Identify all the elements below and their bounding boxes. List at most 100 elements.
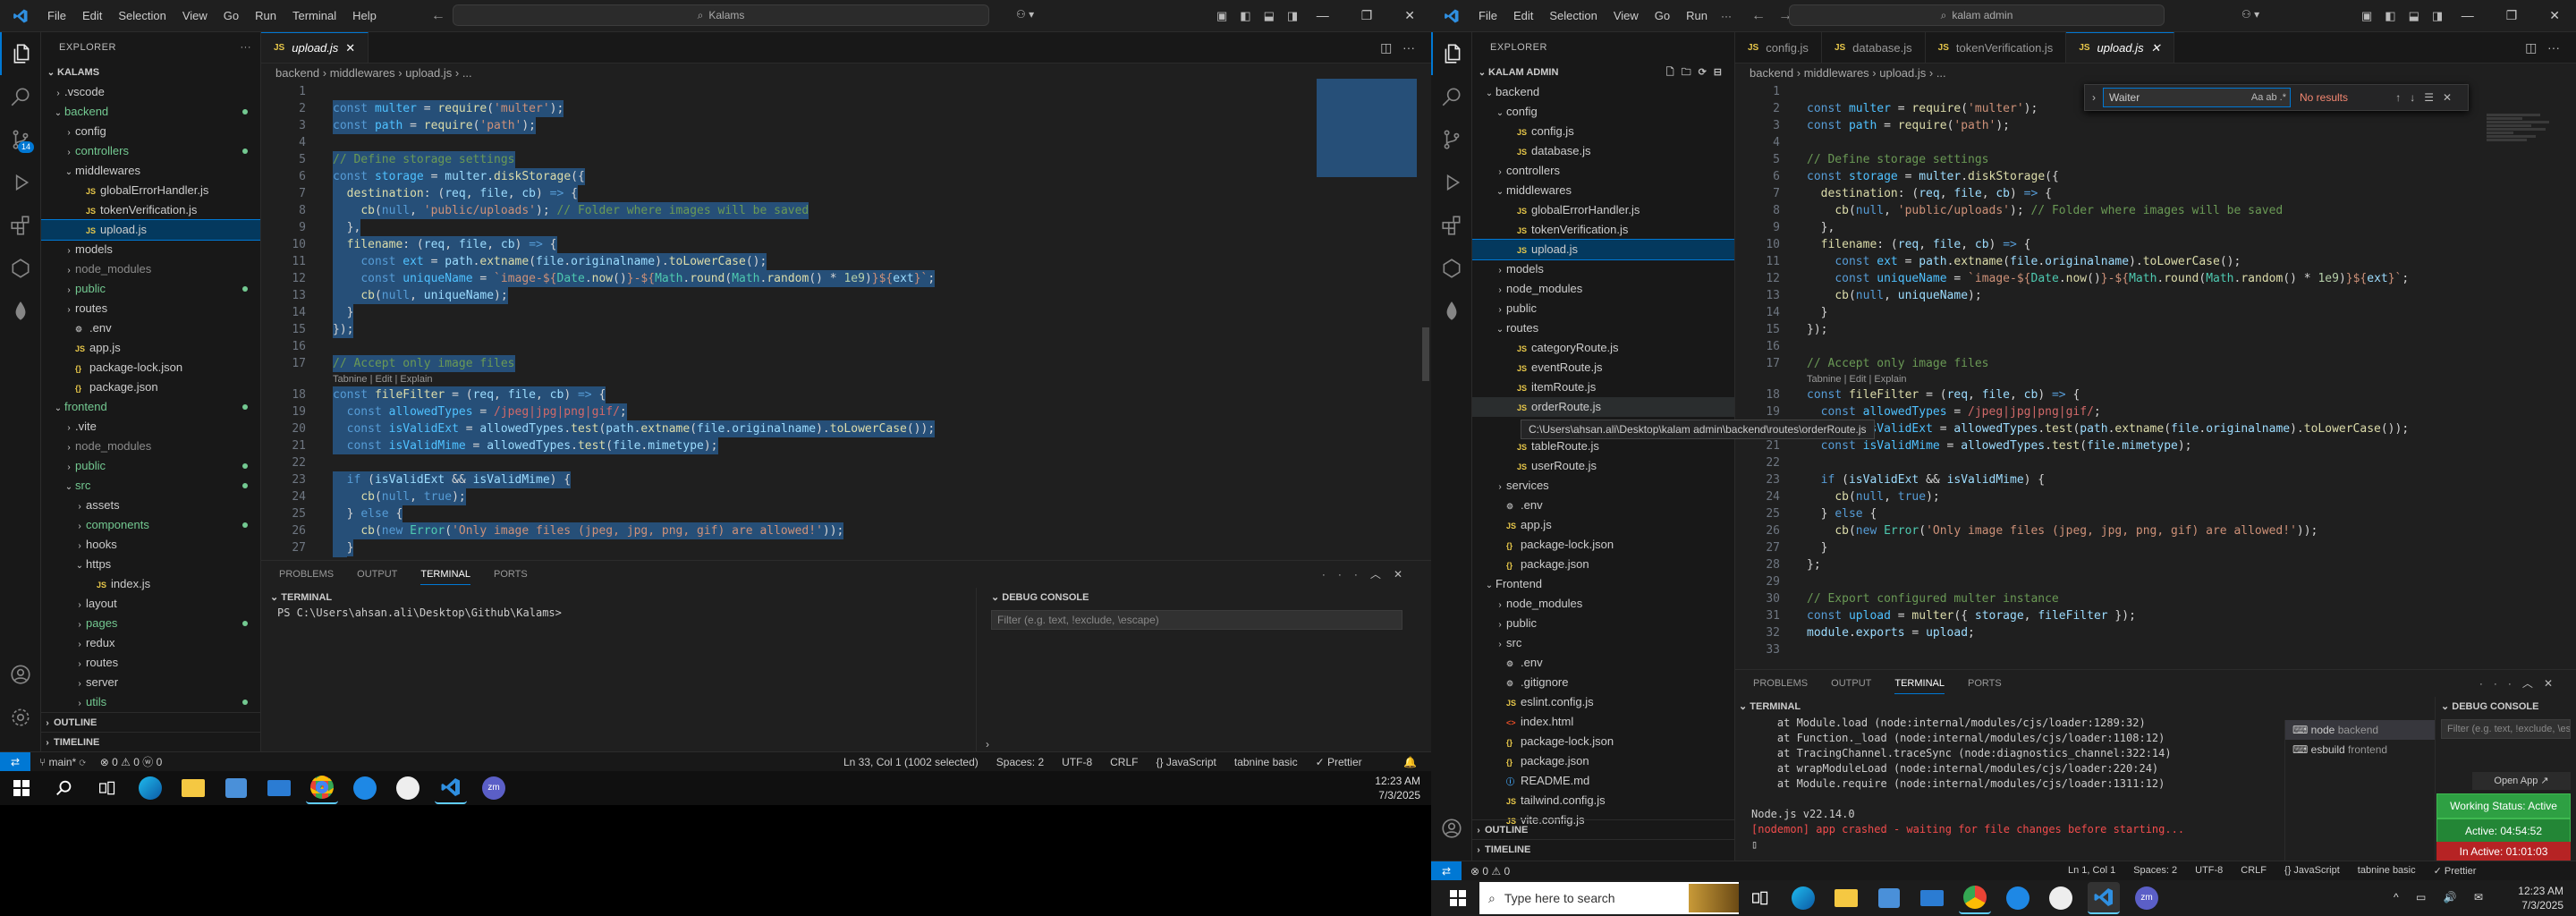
status-item[interactable]: Ln 1, Col 1 <box>2068 865 2115 877</box>
tree-file[interactable]: JS index.js <box>41 574 260 594</box>
tree-file[interactable]: <> index.html <box>1472 712 1734 732</box>
windows-start-icon[interactable] <box>5 772 38 804</box>
tree-folder[interactable]: › hooks <box>41 535 260 555</box>
chrome-icon[interactable] <box>1959 882 1991 914</box>
panel-more-icon[interactable]: ··· <box>1322 568 1370 581</box>
close-panel-icon[interactable]: ✕ <box>2544 677 2563 690</box>
debug-filter-input[interactable]: Filter (e.g. text, !exclude, \escape) <box>991 610 1402 630</box>
status-item[interactable]: UTF-8 <box>1062 756 1092 768</box>
tree-folder[interactable]: › models <box>41 240 260 259</box>
clock[interactable]: 12:23 AM 7/3/2025 <box>1375 774 1420 802</box>
app-icon-white[interactable] <box>2045 882 2077 914</box>
close-icon[interactable]: ✕ <box>1404 8 1415 23</box>
command-center[interactable]: ⌕ kalam admin <box>1789 4 2165 26</box>
mongodb-icon[interactable] <box>1431 290 1472 333</box>
workspace-root[interactable]: ⌄ KALAM ADMIN 🗋🗀⟳⊟ <box>1472 63 1734 82</box>
tree-folder[interactable]: ⌄ Frontend <box>1472 574 1734 594</box>
status-item[interactable]: UTF-8 <box>2195 865 2223 877</box>
menu-item-edit[interactable]: Edit <box>1505 9 1541 22</box>
explorer-toolbar-icons[interactable]: 🗋🗀⟳⊟ <box>1666 63 1729 82</box>
find-options-icons[interactable]: Aa ab .* <box>2251 89 2286 106</box>
panel-tab-ports[interactable]: PORTS <box>1968 678 2002 689</box>
tree-folder[interactable]: › node_modules <box>41 437 260 456</box>
remote-icon[interactable]: ⇄ <box>0 751 30 772</box>
tree-file[interactable]: JS globalErrorHandler.js <box>1472 200 1734 220</box>
tree-folder[interactable]: › utils <box>41 692 260 712</box>
search-icon[interactable] <box>1431 75 1472 118</box>
close-icon[interactable]: ✕ <box>2549 8 2560 23</box>
tree-file[interactable]: JS tokenVerification.js <box>1472 220 1734 240</box>
tree-folder[interactable]: ⌄ middlewares <box>1472 181 1734 200</box>
search-icon[interactable] <box>48 772 80 804</box>
menu-item-run[interactable]: Run <box>247 9 284 22</box>
tree-file[interactable]: ⚙ .env <box>41 318 260 338</box>
vscode-taskbar-icon[interactable] <box>435 772 467 804</box>
windows-start-icon[interactable] <box>1442 882 1474 914</box>
manage-gear-icon[interactable] <box>1431 850 1472 861</box>
account-icon[interactable] <box>0 653 41 696</box>
minimap[interactable] <box>1317 79 1417 177</box>
terminal-prompt[interactable]: PS C:\Users\ahsan.ali\Desktop\Github\Kal… <box>261 606 976 619</box>
tree-folder[interactable]: › assets <box>41 496 260 515</box>
tree-folder[interactable]: › .vscode <box>41 82 260 102</box>
source-control-icon[interactable]: 14 <box>0 118 41 161</box>
tree-folder[interactable]: › controllers <box>1472 161 1734 181</box>
tree-file[interactable]: ⓘ README.md <box>1472 771 1734 791</box>
tab-database-js[interactable]: JS database.js <box>1822 32 1926 63</box>
tree-folder[interactable]: › components <box>41 515 260 535</box>
run-debug-icon[interactable] <box>1431 161 1472 204</box>
tree-folder[interactable]: ⌄ https <box>41 555 260 574</box>
back-arrow-icon[interactable]: ← <box>1751 8 1766 24</box>
tree-file[interactable]: JS upload.js <box>1472 239 1734 260</box>
tree-file[interactable]: ⚙ .gitignore <box>1472 673 1734 692</box>
remote-explorer-icon[interactable] <box>0 247 41 290</box>
status-item[interactable]: ✓ Prettier <box>1316 756 1362 768</box>
maximize-panel-icon[interactable]: ︿ <box>1370 568 1394 581</box>
mongodb-icon[interactable] <box>0 290 41 333</box>
tree-file[interactable]: JS app.js <box>41 338 260 358</box>
task-view-icon[interactable] <box>1744 882 1776 914</box>
more-menu-icon[interactable]: ··· <box>1721 10 1732 22</box>
toggle-secondary-sidebar-icon[interactable]: ◨ <box>1287 9 1298 23</box>
close-tab-icon[interactable]: ✕ <box>2151 32 2161 64</box>
find-input[interactable]: Waiter Aa ab .* <box>2103 88 2291 107</box>
tree-folder[interactable]: › config <box>41 122 260 141</box>
copilot-icon[interactable]: ⚇ ▾ <box>2241 8 2259 21</box>
menu-item-edit[interactable]: Edit <box>74 9 110 22</box>
explorer-icon[interactable] <box>1431 32 1472 75</box>
tab-upload-js[interactable]: JS upload.js ✕ <box>2066 32 2174 63</box>
taskbar-search-box[interactable]: ⌕ Type here to search <box>1479 882 1739 914</box>
tree-file[interactable]: JS config.js <box>1472 122 1734 141</box>
tree-file[interactable]: JS globalErrorHandler.js <box>41 181 260 200</box>
tree-folder[interactable]: ⌄ frontend <box>41 397 260 417</box>
tree-folder[interactable]: ⌄ backend <box>41 102 260 122</box>
panel-tab-terminal[interactable]: TERMINAL <box>1894 674 1945 694</box>
split-editor-icon[interactable]: ◫ <box>2525 40 2537 55</box>
tab-upload-js[interactable]: JS upload.js ✕ <box>261 32 369 63</box>
codelens[interactable]: Tabnine | Edit | Explain <box>261 372 1308 386</box>
tree-folder[interactable]: ⌄ src <box>41 476 260 496</box>
status-item[interactable]: Spaces: 2 <box>996 756 1044 768</box>
toggle-sidebar-icon[interactable]: ◧ <box>2385 9 2395 23</box>
manage-gear-icon[interactable] <box>0 696 41 739</box>
tree-file[interactable]: JS app.js <box>1472 515 1734 535</box>
back-arrow-icon[interactable]: ← <box>431 8 445 24</box>
more-icon[interactable]: ··· <box>1402 40 1415 55</box>
toggle-panel-icon[interactable]: ⬓ <box>1264 9 1275 23</box>
tree-folder[interactable]: › node_modules <box>1472 594 1734 614</box>
tree-file[interactable]: JS database.js <box>1472 141 1734 161</box>
menu-item-terminal[interactable]: Terminal <box>284 9 344 22</box>
debug-filter-input[interactable]: Filter (e.g. text, !exclude, \escape) <box>2441 719 2571 739</box>
tree-file[interactable]: {} package-lock.json <box>1472 535 1734 555</box>
system-tray-icons[interactable]: ^ ▭ 🔊 ✉ <box>2394 891 2490 903</box>
tree-file[interactable]: JS upload.js <box>41 219 260 241</box>
editor-scrollbar[interactable] <box>1422 327 1429 381</box>
edge-icon[interactable] <box>1787 882 1819 914</box>
tree-folder[interactable]: › redux <box>41 633 260 653</box>
outline-section[interactable]: › OUTLINE <box>1472 819 1734 839</box>
extensions-icon[interactable] <box>1431 204 1472 247</box>
tree-file[interactable]: ⚙ .env <box>1472 653 1734 673</box>
panel-tab-problems[interactable]: PROBLEMS <box>1753 678 1808 689</box>
tree-folder[interactable]: › services <box>1472 476 1734 496</box>
remote-icon[interactable]: ⇄ <box>1431 861 1462 881</box>
